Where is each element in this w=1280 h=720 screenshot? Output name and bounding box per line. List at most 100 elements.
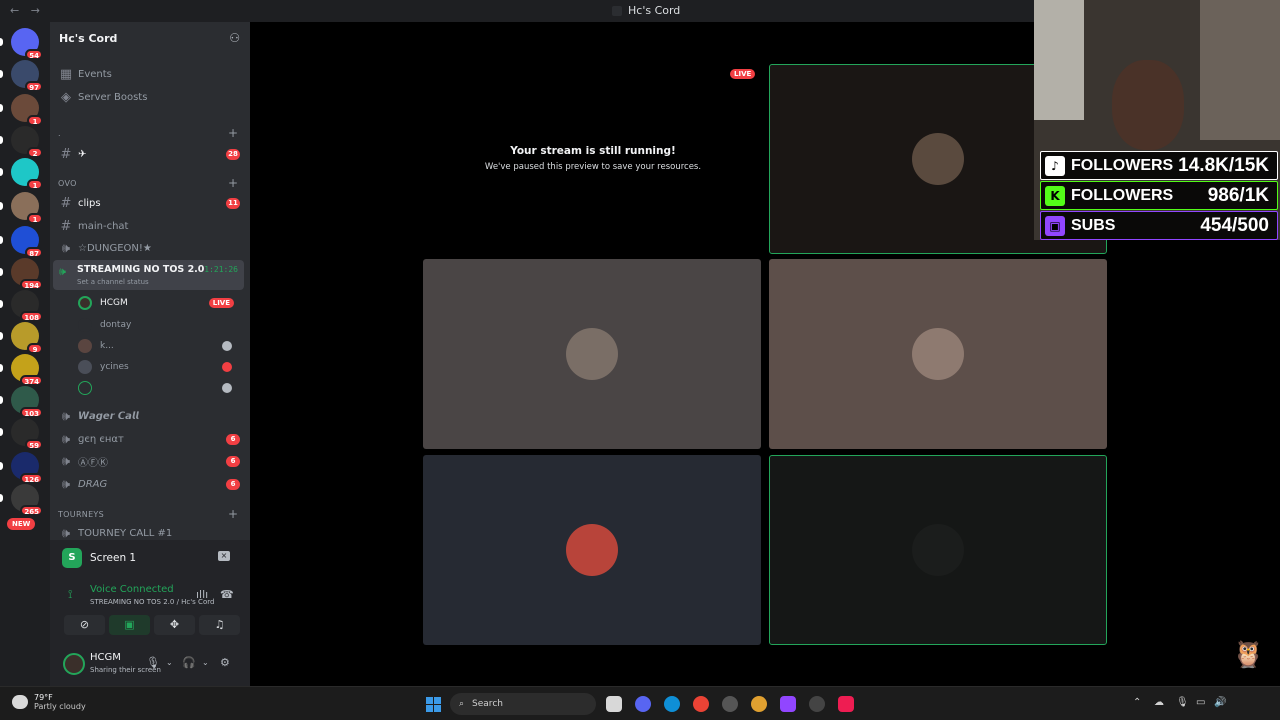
discord-icon[interactable] [635,696,651,712]
server-icon[interactable]: 9 [11,322,43,354]
server-icon[interactable]: 1 [11,94,43,126]
server-icon[interactable]: 2 [11,126,43,158]
video-tile[interactable] [769,455,1107,645]
voice-user-name: k... [100,341,114,351]
server-icon[interactable]: 97 [11,60,43,92]
gear-icon[interactable]: ⚙ [220,656,230,669]
taskbar-search[interactable]: ⌕ Search [450,693,596,715]
server-icon[interactable]: 194 [11,258,43,290]
tiktok-icon: ♪ [1045,155,1065,176]
voice-connected-label[interactable]: Voice Connected [90,584,174,595]
chevron-up-icon[interactable]: ⌃ [1133,697,1141,708]
unread-badge: 2 [27,147,43,158]
boosts-link[interactable]: ◈ Server Boosts [50,89,250,105]
start-button[interactable] [426,697,441,712]
category-tourneys[interactable]: TOURNEYS [58,510,104,519]
add-channel-icon[interactable]: + [228,126,238,140]
video-tile[interactable] [769,259,1107,449]
direct-messages-icon[interactable]: 54 [11,28,43,60]
stat-row: ▣ SUBS 454/500 [1040,211,1278,240]
guild-header[interactable]: Hc's Cord ⚇ [50,22,250,54]
channel-plane[interactable]: # ✈ 28 [50,145,250,163]
guild-name[interactable]: Hc's Cord [59,32,117,45]
signal-icon[interactable]: ⟟ [68,587,72,602]
category-dot[interactable]: . [58,129,61,138]
voice-user[interactable] [78,379,244,397]
edge-icon[interactable] [664,696,680,712]
server-icon[interactable]: 103 [11,386,43,418]
voice-channel-name: STREAMING NO TOS 2.0 [77,264,205,275]
server-icon[interactable]: 87 [11,226,43,258]
channel-gen-chat[interactable]: 🕪 ɡєη єнαт 6 [50,430,250,448]
username[interactable]: HCGM [90,652,121,663]
unread-pill [0,332,3,340]
file-explorer-icon[interactable] [606,696,622,712]
stat-value: 14.8K/15K [1178,154,1269,176]
stop-share-icon[interactable]: × [218,551,230,561]
screen-share-button[interactable]: ▣ [109,615,150,635]
chevron-down-icon[interactable]: ⌄ [202,658,209,667]
channel-tourney-call[interactable]: 🕪 TOURNEY CALL #1 [50,525,250,541]
app-icon[interactable] [751,696,767,712]
voice-user[interactable]: HCGM LIVE [78,294,244,312]
invite-icon[interactable]: ⚇ [229,31,240,45]
server-icon[interactable]: 126 [11,452,43,484]
server-icon[interactable]: 265 [11,484,43,516]
tiktok-icon[interactable] [838,696,854,712]
speaker-icon: 🕪 [61,476,71,492]
weather-widget[interactable]: 79°F Partly cloudy [12,693,86,711]
server-icon[interactable]: 108 [11,290,43,322]
voice-user[interactable]: k... [78,337,244,355]
channel-clips[interactable]: # clips 11 [50,194,250,212]
server-icon[interactable]: 1 [11,158,43,190]
chevron-down-icon[interactable]: ⌄ [166,658,173,667]
server-icon[interactable]: 1 [11,192,43,224]
chrome-icon[interactable] [693,696,709,712]
nav-arrows[interactable]: ← → [10,4,44,17]
category-ovo[interactable]: OVO [58,179,77,188]
new-badge[interactable]: NEW [7,518,36,530]
stat-value: 986/1K [1207,184,1269,206]
tray-app-icon[interactable]: ☁ [1154,697,1164,708]
search-icon: ⌕ [459,699,465,709]
voice-user[interactable]: ycines [78,358,244,376]
volume-icon[interactable]: 🔊 [1214,697,1226,708]
mic-tray-icon[interactable]: 🎙 [1176,697,1189,708]
microphone-icon[interactable]: 🎙 [146,656,160,669]
temperature: 79°F [34,693,53,702]
media-player-icon[interactable] [722,696,738,712]
unread-badge: 87 [25,247,43,258]
video-tile[interactable] [423,259,761,449]
channel-drag[interactable]: 🕪 DRAG 6 [50,475,250,493]
channel-main-chat[interactable]: # main-chat [50,217,250,235]
participant-avatar [566,328,618,380]
server-icon [612,5,622,16]
channel-afk[interactable]: 🕪 ⒶⒻⓀ 6 [50,452,250,470]
avatar [78,381,92,395]
channel-wager-call[interactable]: 🕪 𝙒𝙖𝙜𝙚𝙧 𝘾𝙖𝙡𝙡 [50,407,250,425]
avatar[interactable] [63,653,85,675]
network-icon[interactable]: ▭ [1196,697,1205,708]
add-channel-icon[interactable]: + [228,507,238,521]
noise-suppression-icon[interactable]: ıllı [196,588,208,601]
headphones-icon[interactable]: 🎧 [182,656,196,669]
webcam-background [1200,0,1280,140]
add-channel-icon[interactable]: + [228,176,238,190]
unread-badge: 54 [25,49,43,60]
video-tile[interactable] [423,455,761,645]
events-link[interactable]: ▦ Events [50,66,250,82]
server-icon[interactable]: 374 [11,354,43,386]
obs-icon[interactable] [809,696,825,712]
disconnect-icon[interactable]: ☎ [220,588,234,601]
speaker-icon: 🕪 [61,240,71,256]
camera-button[interactable]: ⊘ [64,615,105,635]
voice-channel-streaming[interactable]: 🕪 STREAMING NO TOS 2.0 Set a channel sta… [53,260,244,290]
channel-dungeon[interactable]: 🕪 ☆DUNGEON!★ [50,239,250,257]
twitch-icon[interactable] [780,696,796,712]
voice-user[interactable]: dontay [78,316,244,334]
soundboard-button[interactable]: ♫ [199,615,240,635]
ovo-owl-logo: 🦉 [1232,640,1265,670]
channel-status[interactable]: Set a channel status [77,278,149,286]
activities-button[interactable]: ✥ [154,615,195,635]
server-icon[interactable]: 59 [11,418,43,450]
